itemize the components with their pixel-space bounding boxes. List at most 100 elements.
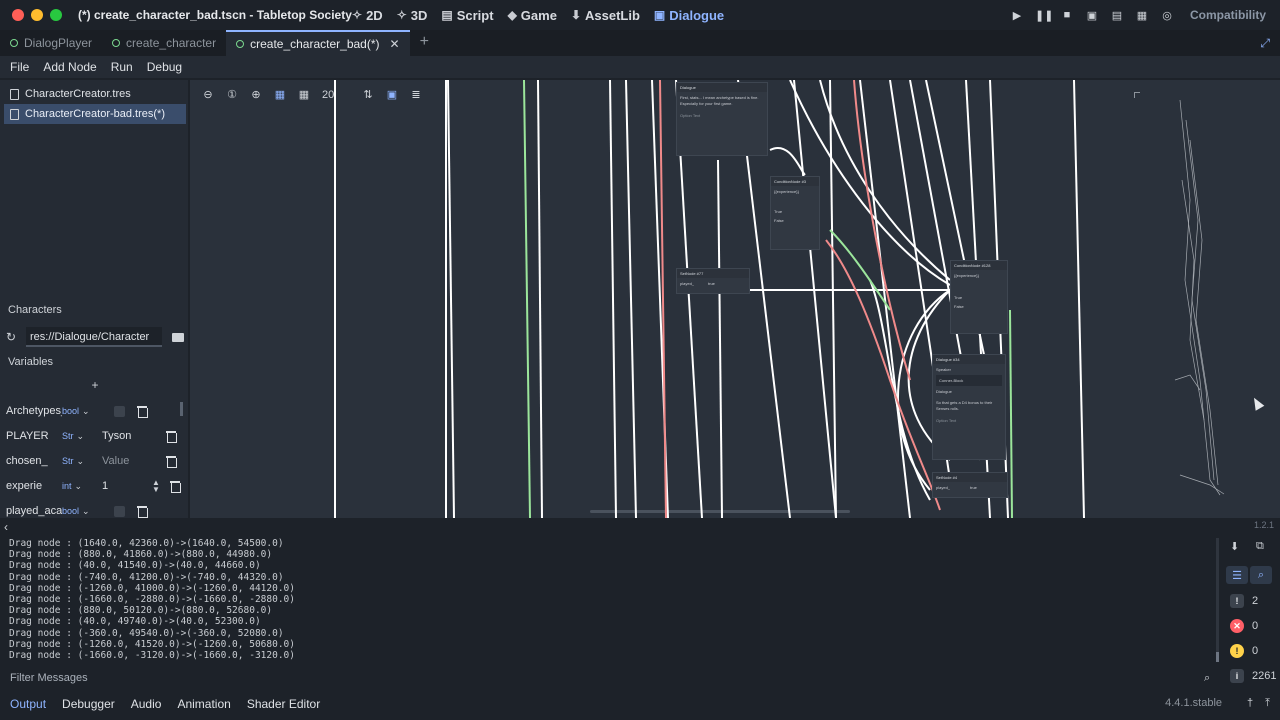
warnings-filter-toggle[interactable]: ! 0 bbox=[1230, 644, 1258, 658]
file-item-selected[interactable]: CharacterCreator-bad.tres(*) bbox=[4, 104, 186, 124]
trash-icon[interactable] bbox=[166, 455, 177, 468]
variable-name-field[interactable]: chosen_ bbox=[6, 455, 62, 467]
tab-shader-editor[interactable]: Shader Editor bbox=[247, 697, 320, 711]
condition-node[interactable]: ConditionNode #128 {{experience}} True F… bbox=[950, 260, 1008, 334]
copy-output-icon[interactable]: ⧉ bbox=[1256, 540, 1264, 553]
variable-type-select[interactable]: bool ⌄ bbox=[62, 406, 98, 417]
add-scene-tab-button[interactable]: + bbox=[410, 30, 439, 56]
dialogue-node[interactable]: Dialogue First, stats... I mean archetyp… bbox=[676, 82, 768, 156]
refresh-icon[interactable]: ↻ bbox=[6, 330, 20, 344]
menu-add-node[interactable]: Add Node bbox=[43, 60, 96, 74]
variables-scrollbar[interactable] bbox=[180, 402, 183, 416]
variable-type-select[interactable]: int ⌄ bbox=[62, 481, 98, 492]
variable-value-field[interactable]: Tyson bbox=[98, 426, 154, 446]
clear-output-icon[interactable]: ⬇ bbox=[1230, 540, 1239, 553]
variable-name-field[interactable]: played_academ bbox=[6, 505, 62, 517]
dialogue-node[interactable]: Dialogue #34 Speaker Conner-Block Dialog… bbox=[932, 354, 1006, 460]
scene-tab[interactable]: create_character bbox=[102, 30, 226, 56]
condition-node[interactable]: ConditionNode #3 {{experience}} True Fal… bbox=[770, 176, 820, 250]
scrollbar-thumb[interactable] bbox=[1216, 652, 1219, 662]
menu-file[interactable]: File bbox=[10, 60, 29, 74]
play-icon[interactable]: ▶ bbox=[1010, 9, 1024, 22]
close-window-button[interactable] bbox=[12, 9, 24, 21]
variable-type-select[interactable]: bool ⌄ bbox=[62, 506, 98, 517]
errors-filter-toggle[interactable]: ✕ 0 bbox=[1230, 619, 1258, 633]
zoom-in-icon[interactable]: ⊕ bbox=[250, 88, 262, 101]
close-tab-icon[interactable]: ✕ bbox=[390, 37, 400, 51]
tab-output[interactable]: Output bbox=[10, 697, 46, 711]
zoom-reset-icon[interactable]: ① bbox=[226, 88, 238, 101]
movie-maker-icon[interactable]: ◎ bbox=[1160, 9, 1174, 22]
variable-name-field[interactable]: experie bbox=[6, 480, 62, 492]
renderer-selector[interactable]: Compatibility bbox=[1190, 8, 1266, 22]
dialogue-graph[interactable]: ⊖ ① ⊕ ▦ ▦ 20 ⇅ ▣ ≣ Dialogue First, stats… bbox=[190, 80, 1280, 518]
variable-bool-checkbox[interactable] bbox=[114, 405, 125, 417]
group-messages-icon[interactable]: ☰ bbox=[1226, 566, 1248, 584]
node-condition-field[interactable]: {{experience}} bbox=[771, 186, 819, 197]
mode-3d-button[interactable]: ✧ 3D bbox=[397, 8, 428, 23]
characters-path-field[interactable]: res://Dialogue/Character bbox=[26, 327, 162, 347]
trash-icon[interactable] bbox=[166, 430, 177, 443]
pause-icon[interactable]: ❚❚ bbox=[1035, 9, 1053, 22]
node-condition-field[interactable]: {{experience}} bbox=[951, 270, 1007, 281]
panel-splitter[interactable]: ‹ bbox=[0, 520, 1280, 534]
menu-run[interactable]: Run bbox=[111, 60, 133, 74]
mode-script-button[interactable]: ▤ Script bbox=[441, 8, 493, 23]
folder-icon[interactable] bbox=[172, 332, 184, 342]
file-item[interactable]: CharacterCreator.tres bbox=[4, 84, 186, 104]
variable-bool-checkbox[interactable] bbox=[114, 505, 125, 517]
zoom-out-icon[interactable]: ⊖ bbox=[202, 88, 214, 101]
trash-icon[interactable] bbox=[137, 405, 148, 418]
collapse-side-panel-icon[interactable]: ‹ bbox=[4, 520, 8, 534]
node-set-var[interactable]: played_ bbox=[936, 485, 950, 490]
minimize-window-button[interactable] bbox=[31, 9, 43, 21]
variable-value-spinbox[interactable]: 1 bbox=[98, 476, 144, 496]
filter-messages-input[interactable]: Filter Messages ⌕ bbox=[4, 668, 1222, 688]
node-speaker-select[interactable]: Conner-Block bbox=[936, 375, 1002, 386]
node-set-value[interactable]: true bbox=[970, 485, 977, 490]
play-scene-icon[interactable]: ▤ bbox=[1110, 9, 1124, 22]
stop-icon[interactable]: ■ bbox=[1060, 9, 1074, 21]
messages-filter-toggle[interactable]: ! 2 bbox=[1230, 594, 1258, 608]
arrange-nodes-icon[interactable]: ≣ bbox=[410, 88, 422, 101]
tab-audio[interactable]: Audio bbox=[131, 697, 162, 711]
mode-assetlib-button[interactable]: ⬇ AssetLib bbox=[571, 8, 640, 23]
node-dialogue-text[interactable]: First, stats... I mean archetype based i… bbox=[677, 92, 767, 110]
spinbox-arrows-icon[interactable]: ▲ ▼ bbox=[152, 479, 162, 494]
mode-dialogue-button[interactable]: ▣ Dialogue bbox=[654, 8, 724, 23]
expand-panel-icon[interactable]: ⤒ bbox=[1265, 697, 1270, 710]
total-filter-toggle[interactable]: i 2261 bbox=[1230, 669, 1276, 683]
tab-animation[interactable]: Animation bbox=[177, 697, 230, 711]
snap-grid-icon[interactable]: ▦ bbox=[274, 88, 286, 101]
variable-name-field[interactable]: Archetypes_det bbox=[6, 405, 62, 417]
trash-icon[interactable] bbox=[137, 505, 148, 518]
remote-debug-icon[interactable]: ▣ bbox=[1085, 9, 1099, 22]
minimap-icon[interactable]: ▣ bbox=[386, 88, 398, 101]
add-variable-button[interactable]: + bbox=[6, 378, 184, 396]
snap-distance-field[interactable]: 20 bbox=[322, 89, 350, 101]
node-dialogue-text[interactable]: So that gets a D4 bonus to their Senses … bbox=[933, 397, 1005, 415]
scene-tab-active[interactable]: create_character_bad(*) ✕ bbox=[226, 30, 410, 56]
variable-type-select[interactable]: Str ⌄ bbox=[62, 431, 98, 442]
show-grid-icon[interactable]: ▦ bbox=[298, 88, 310, 101]
search-toggle-icon[interactable]: ⌕ bbox=[1250, 566, 1272, 584]
scene-tab[interactable]: DialogPlayer bbox=[0, 30, 102, 56]
output-scrollbar[interactable] bbox=[1216, 538, 1219, 662]
output-log[interactable]: Drag node : (1640.0, 42360.0)->(1640.0, … bbox=[4, 536, 1220, 666]
node-option-text[interactable]: Option Text bbox=[933, 415, 1005, 426]
trash-icon[interactable] bbox=[170, 480, 181, 493]
spinbox-arrows-icon[interactable]: ⇅ bbox=[362, 88, 374, 101]
mode-2d-button[interactable]: ✧ 2D bbox=[352, 8, 383, 23]
variable-name-field[interactable]: PLAYER bbox=[6, 430, 62, 442]
set-node[interactable]: SetNode #4 played_ true bbox=[932, 472, 1008, 498]
mode-game-button[interactable]: ◆ Game bbox=[508, 8, 557, 23]
node-option-text[interactable]: Option Text bbox=[677, 110, 767, 121]
tab-debugger[interactable]: Debugger bbox=[62, 697, 115, 711]
variable-value-field[interactable]: Value bbox=[98, 451, 154, 471]
menu-debug[interactable]: Debug bbox=[147, 60, 182, 74]
set-node[interactable]: SetNode #77 played_ true bbox=[676, 268, 750, 294]
pin-icon[interactable]: † bbox=[1247, 697, 1253, 710]
variable-type-select[interactable]: Str ⌄ bbox=[62, 456, 98, 467]
node-set-var[interactable]: played_ bbox=[680, 281, 694, 286]
node-set-value[interactable]: true bbox=[708, 281, 715, 286]
